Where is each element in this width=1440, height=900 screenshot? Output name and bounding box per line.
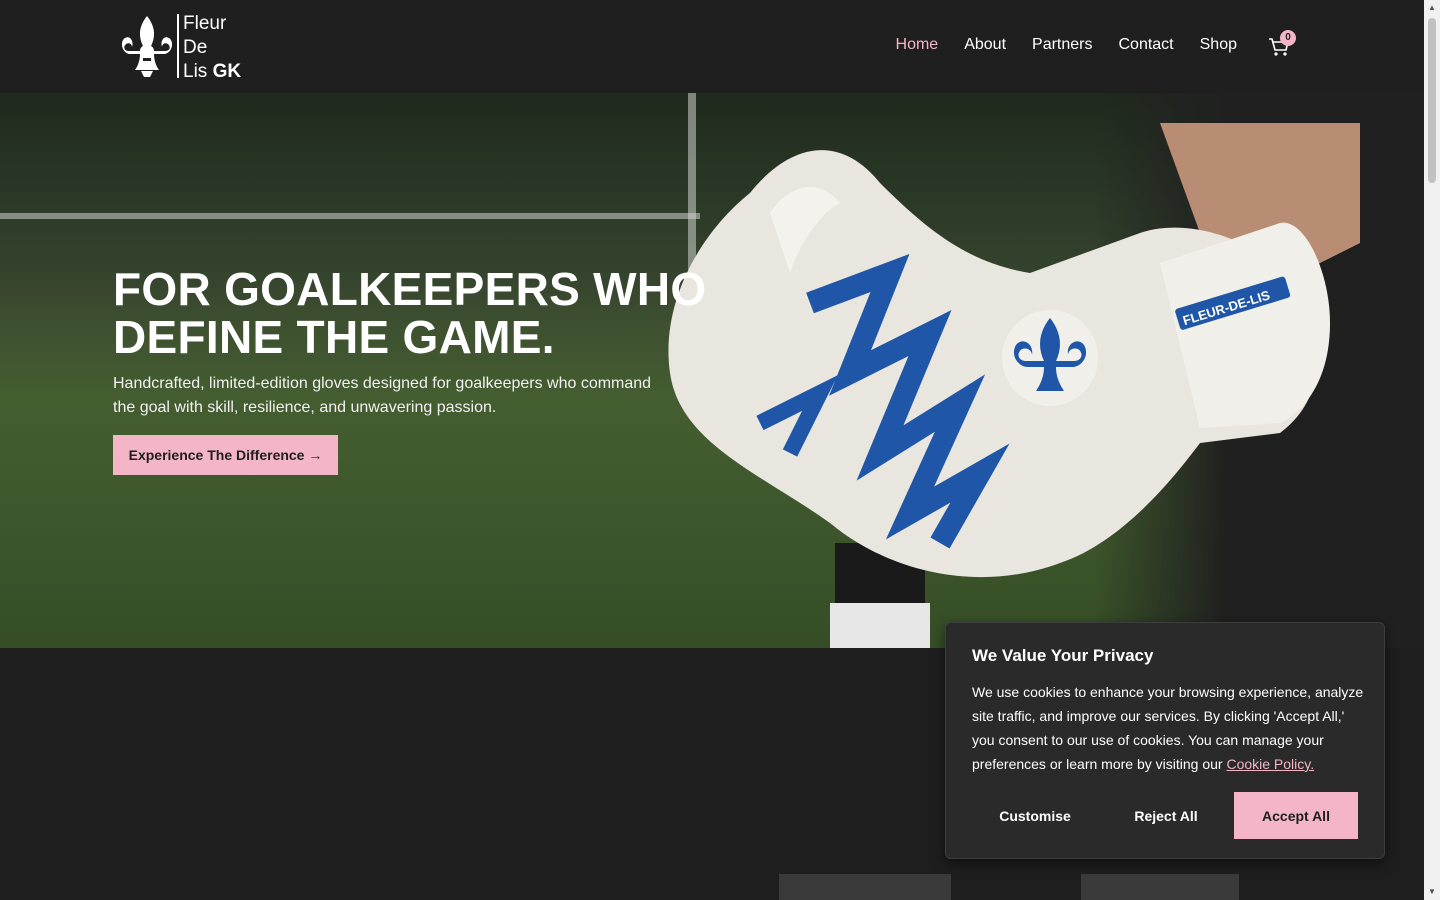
customise-button[interactable]: Customise: [972, 792, 1098, 839]
brand-line-2: De: [183, 37, 208, 58]
nav-about[interactable]: About: [964, 36, 1006, 54]
brand-suffix: GK: [212, 61, 242, 82]
experience-button[interactable]: Experience The Difference →: [113, 435, 338, 475]
nav-partners[interactable]: Partners: [1032, 36, 1092, 54]
cookie-consent-dialog: We Value Your Privacy We use cookies to …: [945, 622, 1385, 859]
brand-logo[interactable]: Fleur De Lis GK: [121, 12, 251, 82]
scrollbar-thumb[interactable]: [1428, 18, 1436, 183]
main-nav: Home About Partners Contact Shop: [896, 36, 1237, 54]
hero-section: FLEUR-DE-LIS FOR GOALKEEPERS WHO DEFINE …: [0, 93, 1424, 648]
goalkeeper-gloves-image: FLEUR-DE-LIS: [668, 123, 1360, 648]
nav-home[interactable]: Home: [896, 36, 939, 54]
hero-subtitle: Handcrafted, limited-edition gloves desi…: [113, 375, 652, 416]
cookie-title: We Value Your Privacy: [972, 646, 1154, 665]
scroll-up-arrow-icon[interactable]: ▲: [1428, 4, 1436, 12]
goal-crossbar: [0, 213, 700, 219]
reject-all-button[interactable]: Reject All: [1103, 792, 1229, 839]
logo-divider: [177, 14, 179, 78]
cart-count-badge: 0: [1280, 30, 1296, 46]
hero-title: FOR GOALKEEPERS WHO DEFINE THE GAME.: [113, 265, 713, 361]
hero-title-line-2: DEFINE THE GAME.: [113, 311, 555, 363]
page-scrollbar[interactable]: ▲ ▼: [1424, 0, 1440, 900]
fleur-de-lis-icon: [121, 16, 173, 77]
hero-title-line-1: FOR GOALKEEPERS WHO: [113, 263, 707, 315]
gallery-thumbnail[interactable]: [779, 874, 951, 900]
nav-shop[interactable]: Shop: [1200, 36, 1237, 54]
nav-contact[interactable]: Contact: [1118, 36, 1173, 54]
accept-all-button[interactable]: Accept All: [1234, 792, 1358, 839]
gallery-thumbnail[interactable]: [1081, 874, 1239, 900]
scroll-down-arrow-icon[interactable]: ▼: [1428, 888, 1436, 896]
brand-line-1: Fleur: [183, 13, 227, 34]
brand-name: Fleur De Lis GK: [183, 12, 241, 84]
cookie-body: We use cookies to enhance your browsing …: [972, 680, 1364, 776]
site-header: Fleur De Lis GK Home About Partners Cont…: [0, 0, 1424, 93]
brand-line-3: Lis: [183, 61, 208, 82]
cookie-policy-link[interactable]: Cookie Policy.: [1226, 756, 1314, 772]
